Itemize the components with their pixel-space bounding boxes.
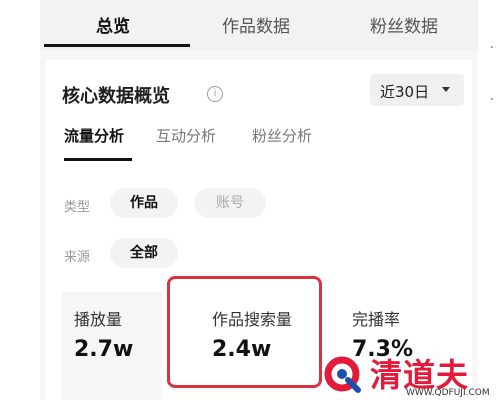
highlight-box: [167, 276, 322, 388]
tab-works-data[interactable]: 作品数据: [222, 12, 290, 37]
subtab-fans-analysis[interactable]: 粉丝分析: [252, 125, 312, 146]
subtab-interaction-analysis[interactable]: 互动分析: [156, 125, 216, 146]
type-filter-label: 类型: [64, 200, 91, 215]
metric-card-plays[interactable]: 播放量 2.7w: [62, 292, 162, 400]
date-range-value: 近30日: [380, 83, 430, 101]
watermark: 清道夫 WWW.QDFUJI.COM: [304, 348, 500, 400]
active-tab-indicator: [44, 44, 190, 47]
watermark-url: WWW.QDFUJI.COM: [406, 388, 490, 398]
card-title: 核心数据概览: [62, 86, 170, 107]
subtab-traffic-analysis[interactable]: 流量分析: [64, 125, 124, 146]
active-subtab-indicator: [64, 158, 132, 161]
tab-overview[interactable]: 总览: [96, 12, 130, 37]
watermark-logo-icon: [324, 356, 361, 393]
side-indicator-icon: ·: [489, 92, 494, 108]
type-chip-account[interactable]: 账号: [194, 188, 266, 218]
source-filter-label: 来源: [64, 250, 91, 265]
source-chip-all[interactable]: 全部: [110, 238, 178, 268]
tab-fans-data[interactable]: 粉丝数据: [370, 12, 438, 37]
info-icon[interactable]: i: [207, 86, 223, 102]
side-indicator-icon: ·: [489, 40, 494, 56]
type-chip-works[interactable]: 作品: [110, 188, 178, 218]
date-range-select[interactable]: 近30日: [370, 74, 464, 106]
caret-down-icon: [442, 87, 450, 92]
metric-label: 完播率: [352, 310, 401, 329]
metric-value: 2.7w: [74, 337, 134, 362]
metric-label: 播放量: [74, 310, 123, 329]
